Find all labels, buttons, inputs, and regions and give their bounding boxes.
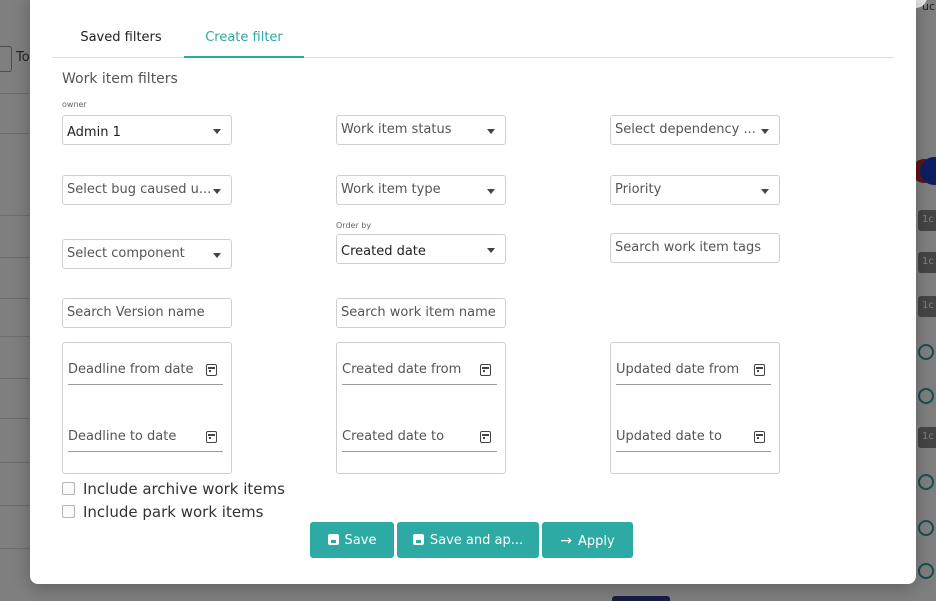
created-from-field[interactable]: Created date from (342, 358, 497, 385)
version-search-input[interactable]: Search Version name (62, 298, 232, 328)
filter-tabs: Saved filters Create filter (52, 18, 894, 58)
order-by-label: Order by (336, 221, 372, 230)
chevron-down-icon (213, 253, 221, 258)
dependency-select[interactable]: Select dependency ... (610, 115, 780, 145)
created-date-group: Created date from Created date to (336, 342, 506, 474)
updated-to-label: Updated date to (616, 429, 722, 444)
arrow-right-icon: → (560, 533, 573, 549)
save-button[interactable]: Save (310, 522, 394, 558)
tags-search-input[interactable]: Search work item tags (610, 233, 780, 263)
chevron-down-icon (213, 129, 221, 134)
order-by-select[interactable]: Created date (336, 234, 506, 264)
order-by-value: Created date (341, 244, 426, 259)
tab-create-filter[interactable]: Create filter (184, 18, 304, 58)
section-title: Work item filters (62, 71, 178, 87)
calendar-icon[interactable] (480, 364, 491, 376)
deadline-to-label: Deadline to date (68, 429, 177, 444)
updated-from-label: Updated date from (616, 362, 740, 377)
deadline-to-field[interactable]: Deadline to date (68, 425, 223, 452)
updated-to-field[interactable]: Updated date to (616, 425, 771, 452)
save-and-apply-label: Save and ap... (429, 533, 524, 548)
save-icon (327, 534, 339, 545)
include-archive-row[interactable]: Include archive work items (62, 480, 285, 498)
calendar-icon[interactable] (480, 431, 491, 443)
include-park-checkbox[interactable] (62, 505, 75, 518)
owner-select[interactable]: Admin 1 (62, 115, 232, 145)
calendar-icon[interactable] (754, 364, 765, 376)
bug-caused-select[interactable]: Select bug caused u... (62, 175, 232, 205)
component-placeholder: Select component (67, 246, 185, 261)
include-archive-checkbox[interactable] (62, 482, 75, 495)
include-archive-label: Include archive work items (83, 480, 285, 498)
name-search-input[interactable]: Search work item name (336, 298, 506, 328)
priority-select[interactable]: Priority (610, 175, 780, 205)
chevron-down-icon (487, 189, 495, 194)
work-item-type-placeholder: Work item type (341, 182, 441, 197)
owner-value: Admin 1 (67, 125, 121, 140)
apply-button-label: Apply (578, 534, 615, 549)
chevron-down-icon (487, 129, 495, 134)
work-item-status-placeholder: Work item status (341, 122, 452, 137)
created-from-label: Created date from (342, 362, 462, 377)
save-and-apply-button[interactable]: Save and ap... (397, 522, 539, 558)
calendar-icon[interactable] (206, 431, 217, 443)
include-park-row[interactable]: Include park work items (62, 503, 263, 521)
deadline-from-field[interactable]: Deadline from date (68, 358, 223, 385)
updated-date-group: Updated date from Updated date to (610, 342, 780, 474)
deadline-date-group: Deadline from date Deadline to date (62, 342, 232, 474)
calendar-icon[interactable] (754, 431, 765, 443)
chevron-down-icon (761, 189, 769, 194)
include-park-label: Include park work items (83, 503, 264, 521)
updated-from-field[interactable]: Updated date from (616, 358, 771, 385)
save-icon (412, 534, 424, 545)
calendar-icon[interactable] (206, 364, 217, 376)
priority-placeholder: Priority (615, 182, 662, 197)
work-item-type-select[interactable]: Work item type (336, 175, 506, 205)
bug-caused-placeholder: Select bug caused u... (67, 182, 212, 197)
tab-saved-filters[interactable]: Saved filters (66, 18, 176, 58)
apply-button[interactable]: → Apply (542, 522, 633, 558)
owner-label: owner (62, 100, 87, 109)
chevron-down-icon (487, 248, 495, 253)
chevron-down-icon (761, 129, 769, 134)
dependency-placeholder: Select dependency ... (615, 122, 756, 137)
component-select[interactable]: Select component (62, 239, 232, 269)
created-to-field[interactable]: Created date to (342, 425, 497, 452)
save-button-label: Save (344, 533, 377, 548)
created-to-label: Created date to (342, 429, 445, 444)
deadline-from-label: Deadline from date (68, 362, 194, 377)
work-item-status-select[interactable]: Work item status (336, 115, 506, 145)
chevron-down-icon (213, 189, 221, 194)
